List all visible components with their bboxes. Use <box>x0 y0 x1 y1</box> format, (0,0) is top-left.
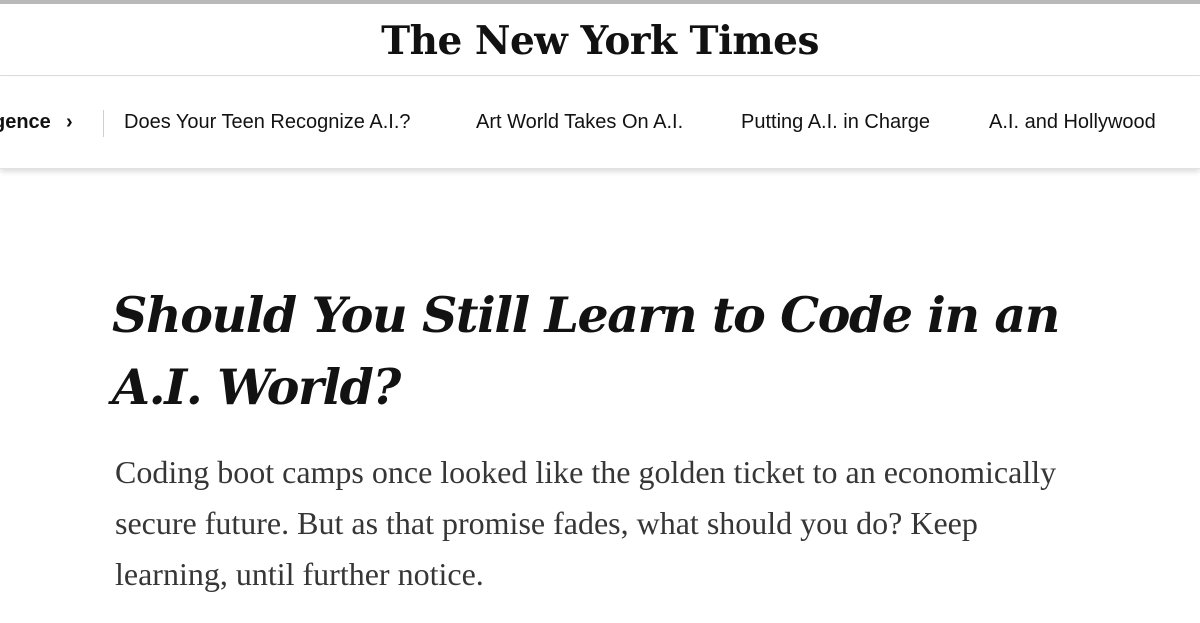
subnav-link-art-world-ai[interactable]: Art World Takes On A.I. <box>476 109 683 135</box>
subnav-link-ai-in-charge[interactable]: Putting A.I. in Charge <box>741 109 930 135</box>
subnav-link-ai-hollywood[interactable]: A.I. and Hollywood <box>989 109 1156 135</box>
masthead: The New York Times <box>0 4 1200 76</box>
nyt-logo[interactable]: The New York Times <box>0 13 1200 69</box>
article-headline: Should You Still Learn to Code in an A.I… <box>112 286 1060 416</box>
article-summary: Coding boot camps once looked like the g… <box>115 454 1057 592</box>
subnav-link-teen-recognize-ai[interactable]: Does Your Teen Recognize A.I.? <box>124 109 411 135</box>
section-link[interactable]: gence <box>0 109 51 135</box>
topic-subnav: gence › Does Your Teen Recognize A.I.? A… <box>0 77 1200 169</box>
chevron-right-icon[interactable]: › <box>66 109 73 135</box>
nav-divider <box>103 110 104 137</box>
